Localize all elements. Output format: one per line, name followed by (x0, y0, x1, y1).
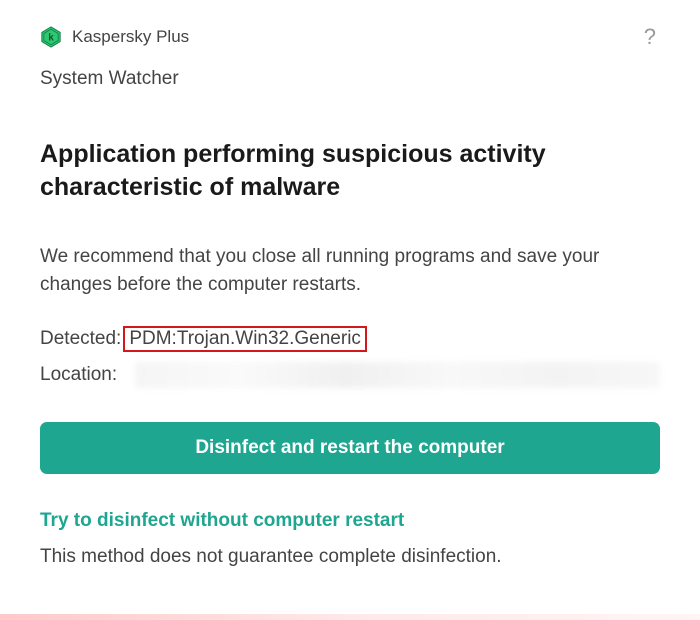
disinfect-no-restart-link[interactable]: Try to disinfect without computer restar… (40, 510, 660, 532)
alert-dialog: k Kaspersky Plus ? System Watcher Applic… (0, 0, 700, 588)
header-brand: k Kaspersky Plus (40, 26, 189, 48)
secondary-note: This method does not guarantee complete … (40, 546, 660, 568)
help-icon[interactable]: ? (640, 24, 660, 50)
component-subtitle: System Watcher (40, 68, 660, 90)
detection-label: Detected: (40, 328, 121, 350)
svg-text:k: k (48, 33, 54, 44)
footer-accent-bar (0, 614, 700, 620)
product-name: Kaspersky Plus (72, 27, 189, 47)
detection-value: PDM:Trojan.Win32.Generic (123, 326, 367, 352)
location-row: Location: (40, 362, 660, 388)
alert-title: Application performing suspicious activi… (40, 138, 660, 203)
location-redacted (135, 362, 660, 388)
detection-row: Detected: PDM:Trojan.Win32.Generic (40, 326, 660, 352)
location-label: Location: (40, 364, 117, 386)
kaspersky-logo-icon: k (40, 26, 62, 48)
recommendation-text: We recommend that you close all running … (40, 243, 660, 298)
dialog-header: k Kaspersky Plus ? (40, 24, 660, 50)
disinfect-restart-button[interactable]: Disinfect and restart the computer (40, 422, 660, 474)
